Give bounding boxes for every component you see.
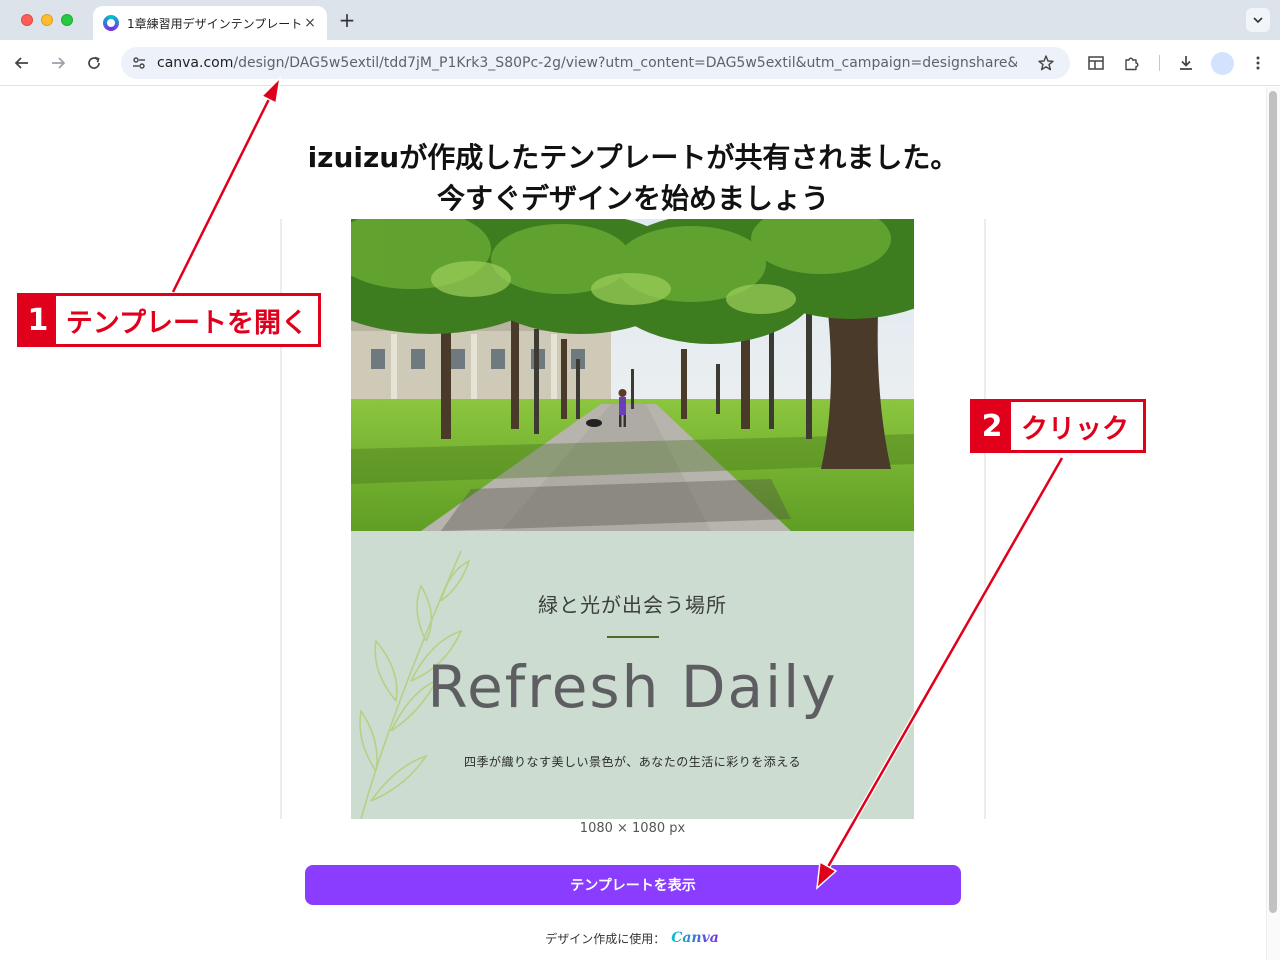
url-text[interactable]: canva.com/design/DAG5w5extil/tdd7jM_P1Kr… — [157, 55, 1017, 71]
browser-menu-button[interactable] — [1246, 51, 1270, 75]
tune-icon — [133, 57, 145, 69]
preview-frame-right — [984, 219, 986, 819]
close-window-button[interactable] — [21, 14, 33, 26]
canva-favicon-icon — [103, 15, 119, 31]
template-preview[interactable]: 緑と光が出会う場所 Refresh Daily 四季が織りなす美しい景色が、あな… — [351, 219, 914, 819]
bookmark-button[interactable] — [1034, 51, 1058, 75]
download-icon — [1180, 56, 1192, 70]
annotation-number: 2 — [973, 402, 1011, 450]
design-subtitle: 緑と光が出会う場所 — [538, 593, 727, 617]
arrow-right-icon — [52, 57, 66, 69]
tab-close-icon[interactable]: × — [301, 14, 319, 32]
tab-title: 1章練習用デザインテンプレート — [127, 16, 301, 31]
annotation-text: テンプレートを開く — [65, 307, 308, 339]
template-text-panel: 緑と光が出会う場所 Refresh Daily 四季が織りなす美しい景色が、あな… — [351, 531, 914, 819]
url-path: /design/DAG5w5extil/tdd7jM_P1Krk3_S80Pc-… — [233, 55, 1017, 71]
footer-text: デザイン作成に使用： — [545, 931, 666, 946]
browser-toolbar: canva.com/design/DAG5w5extil/tdd7jM_P1Kr… — [0, 40, 1280, 86]
tab-bar: 1章練習用デザインテンプレート × + — [0, 0, 1280, 40]
page-title: izuizuが作成したテンプレートが共有されました。 今すぐデザインを始めましょ… — [240, 137, 1026, 219]
more-vertical-icon — [1256, 56, 1260, 70]
active-tab[interactable]: 1章練習用デザインテンプレート × — [93, 6, 327, 40]
extensions-button[interactable] — [1120, 51, 1144, 75]
downloads-button[interactable] — [1174, 51, 1198, 75]
design-description: 四季が織りなす美しい景色が、あなたの生活に彩りを添える — [464, 755, 801, 769]
chevron-down-icon — [1253, 17, 1263, 24]
made-with-canva: デザイン作成に使用： Canva — [450, 928, 814, 948]
page-title-line-1: izuizuが作成したテンプレートが共有されました。 — [307, 141, 959, 174]
new-tab-button[interactable]: + — [336, 8, 358, 32]
toolbar-divider — [1159, 55, 1160, 71]
scrollbar-thumb[interactable] — [1269, 91, 1277, 913]
tab-search-button[interactable] — [1246, 8, 1270, 32]
annotation-callout-2: 2 クリック — [970, 399, 1146, 453]
puzzle-icon — [1125, 57, 1139, 71]
reload-button[interactable] — [82, 51, 106, 75]
url-host: canva.com — [157, 55, 234, 71]
park-photo — [351, 219, 914, 531]
profile-avatar[interactable] — [1211, 52, 1234, 75]
design-divider — [607, 636, 659, 638]
annotation-number: 1 — [20, 296, 56, 344]
star-icon — [1038, 55, 1054, 71]
design-title: Refresh Daily — [427, 653, 838, 721]
side-panel-icon — [1088, 56, 1104, 70]
view-template-button[interactable]: テンプレートを表示 — [305, 865, 961, 905]
annotation-text: クリック — [1021, 413, 1129, 445]
minimize-window-button[interactable] — [41, 14, 53, 26]
template-size-label: 1080 × 1080 px — [579, 821, 686, 836]
forward-button[interactable] — [46, 51, 70, 75]
page-title-line-2: 今すぐデザインを始めましょう — [436, 182, 829, 215]
annotation-callout-1: 1 テンプレートを開く — [17, 293, 321, 347]
back-button[interactable] — [10, 51, 34, 75]
arrow-left-icon — [14, 57, 28, 69]
side-panel-button[interactable] — [1084, 51, 1108, 75]
reload-icon — [88, 56, 100, 69]
maximize-window-button[interactable] — [61, 14, 73, 26]
site-info-icon[interactable] — [127, 51, 151, 75]
canva-logo[interactable]: Canva — [671, 930, 719, 946]
address-bar[interactable]: canva.com/design/DAG5w5extil/tdd7jM_P1Kr… — [121, 47, 1070, 79]
